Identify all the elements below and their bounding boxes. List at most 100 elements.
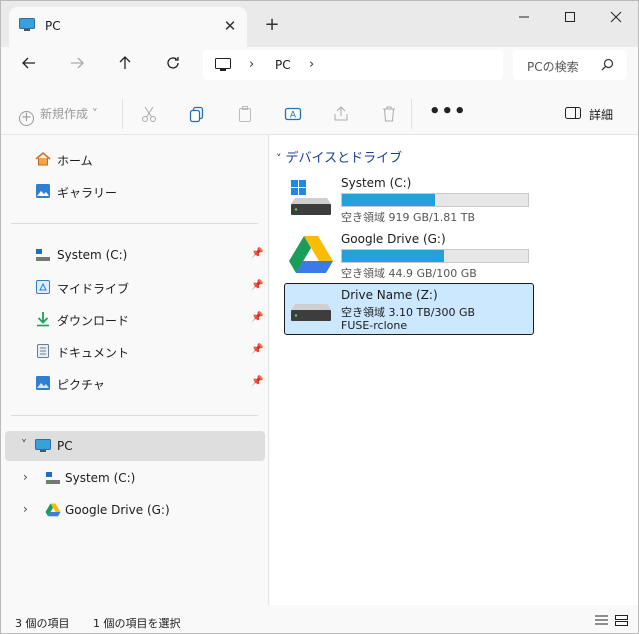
drive-icon	[46, 472, 60, 484]
toolbar-divider	[122, 99, 123, 129]
search-input[interactable]: PCの検索	[527, 58, 579, 75]
copy-icon[interactable]	[187, 104, 207, 124]
new-button[interactable]: + 新規作成 ˅	[19, 105, 98, 126]
new-tab-button[interactable]: +	[261, 14, 283, 36]
minimize-button[interactable]	[501, 5, 547, 29]
mydrive-icon	[36, 280, 50, 294]
usage-bar-fill	[342, 194, 435, 206]
drive-free-space: 空き領域 3.10 TB/300 GB	[341, 306, 476, 319]
sidebar-item-label: System (C:)	[65, 471, 136, 485]
sidebar-item-label: Google Drive (G:)	[65, 503, 170, 517]
search-icon	[601, 58, 614, 74]
new-button-label: 新規作成	[40, 107, 89, 121]
up-button[interactable]	[111, 53, 139, 81]
sidebar-item-label: PC	[57, 439, 73, 453]
forward-arrow-icon	[71, 57, 84, 69]
up-arrow-icon	[119, 56, 131, 69]
tab-pc[interactable]: PC ✕	[9, 7, 247, 47]
pin-icon[interactable]: 📌	[251, 280, 263, 291]
pin-icon[interactable]: 📌	[251, 344, 263, 355]
drive-icon	[36, 249, 50, 261]
pc-icon	[19, 18, 35, 35]
sidebar-item-gallery[interactable]: ギャラリー	[5, 176, 265, 206]
navigation-pane: ホーム ギャラリー System (C:) 📌 マイドライブ 📌 ダウンロード …	[1, 135, 269, 605]
chevron-down-icon[interactable]: ˅	[21, 438, 27, 452]
drive-filesystem: FUSE-rclone	[341, 319, 408, 332]
plus-icon: +	[19, 111, 34, 126]
drive-name: Google Drive (G:)	[341, 232, 446, 246]
pin-icon[interactable]: 📌	[251, 312, 263, 323]
sidebar-item-pc[interactable]: ˅ PC	[5, 431, 265, 461]
sidebar-item-tree-google-drive[interactable]: › Google Drive (G:)	[5, 495, 265, 525]
sidebar-divider	[11, 415, 258, 416]
gallery-icon	[36, 184, 50, 198]
toolbar-divider	[411, 99, 412, 129]
google-drive-icon	[45, 503, 61, 517]
sidebar-item-home[interactable]: ホーム	[5, 144, 265, 174]
more-options-button[interactable]: •••	[429, 101, 467, 122]
sidebar-item-label: ダウンロード	[57, 314, 130, 328]
details-view-icon[interactable]	[595, 615, 608, 629]
address-bar[interactable]: › PC ›	[203, 50, 503, 80]
sidebar-item-mydrive[interactable]: マイドライブ 📌	[5, 272, 265, 302]
usage-bar	[341, 249, 529, 263]
search-box[interactable]: PCの検索	[513, 50, 627, 80]
refresh-icon	[167, 57, 179, 69]
chevron-down-icon: ˅	[276, 152, 282, 165]
refresh-button[interactable]	[159, 53, 187, 81]
usage-bar-fill	[342, 250, 445, 262]
chevron-right-icon[interactable]: ›	[23, 470, 28, 484]
sidebar-item-pictures[interactable]: ピクチャ 📌	[5, 368, 265, 398]
download-icon	[37, 312, 49, 327]
drive-tile-system-c[interactable]: System (C:) 空き領域 919 GB/1.81 TB	[284, 171, 534, 224]
chevron-right-icon[interactable]: ›	[249, 57, 254, 72]
drive-icon	[291, 304, 331, 321]
content-pane: ˅ デバイスとドライブ System (C:) 空き領域 919 GB/1.81 …	[270, 135, 638, 605]
drive-tile-drive-name-z[interactable]: Drive Name (Z:) 空き領域 3.10 TB/300 GB FUSE…	[284, 283, 534, 335]
status-bar: 3 個の項目 1 個の項目を選択	[1, 607, 638, 633]
file-explorer-window: PC ✕ + › PC › PCの検索 + 新規作成 ˅ A ••• 詳細 ホー…	[0, 0, 639, 634]
tiles-view-icon[interactable]	[615, 615, 628, 629]
sidebar-item-label: マイドライブ	[57, 282, 130, 296]
pin-icon[interactable]: 📌	[251, 376, 263, 387]
sidebar-item-label: ピクチャ	[57, 378, 105, 392]
details-button[interactable]: 詳細	[565, 106, 614, 123]
command-bar: + 新規作成 ˅ A ••• 詳細	[1, 93, 638, 135]
drive-tile-google-drive[interactable]: Google Drive (G:) 空き領域 44.9 GB/100 GB	[284, 227, 534, 280]
drive-free-space: 空き領域 919 GB/1.81 TB	[341, 211, 476, 224]
breadcrumb-pc[interactable]: PC	[275, 58, 291, 72]
back-button[interactable]	[15, 53, 43, 81]
tab-title: PC	[45, 19, 61, 33]
cut-icon[interactable]	[139, 104, 159, 124]
share-icon[interactable]	[331, 104, 351, 124]
paste-icon[interactable]	[235, 104, 255, 124]
pc-icon	[35, 439, 51, 452]
sidebar-item-downloads[interactable]: ダウンロード 📌	[5, 304, 265, 334]
close-tab-button[interactable]: ✕	[219, 15, 241, 37]
navigation-bar: › PC › PCの検索	[1, 47, 638, 87]
sidebar-item-documents[interactable]: ドキュメント 📌	[5, 336, 265, 366]
drive-free-space: 空き領域 44.9 GB/100 GB	[341, 267, 477, 280]
sidebar-item-label: System (C:)	[57, 248, 128, 262]
rename-icon[interactable]: A	[283, 104, 303, 124]
group-header-devices[interactable]: ˅ デバイスとドライブ	[276, 147, 402, 166]
svg-text:A: A	[290, 111, 297, 121]
maximize-button[interactable]	[547, 5, 593, 29]
close-window-button[interactable]	[593, 5, 638, 29]
details-pane-icon	[565, 106, 581, 123]
title-bar: PC ✕ +	[1, 1, 638, 47]
details-label: 詳細	[589, 108, 614, 122]
home-icon	[35, 151, 51, 166]
sidebar-item-system-c[interactable]: System (C:) 📌	[5, 240, 265, 270]
pin-icon[interactable]: 📌	[251, 248, 263, 259]
delete-icon[interactable]	[379, 104, 399, 124]
windows-drive-icon	[291, 180, 331, 215]
forward-button[interactable]	[63, 53, 91, 81]
sidebar-item-tree-system-c[interactable]: › System (C:)	[5, 463, 265, 493]
chevron-right-icon[interactable]: ›	[23, 502, 28, 516]
chevron-right-icon[interactable]: ›	[309, 57, 314, 72]
usage-bar	[341, 193, 529, 207]
selection-count: 1 個の項目を選択	[93, 617, 181, 630]
group-title: デバイスとドライブ	[285, 151, 403, 166]
back-arrow-icon	[22, 57, 35, 69]
